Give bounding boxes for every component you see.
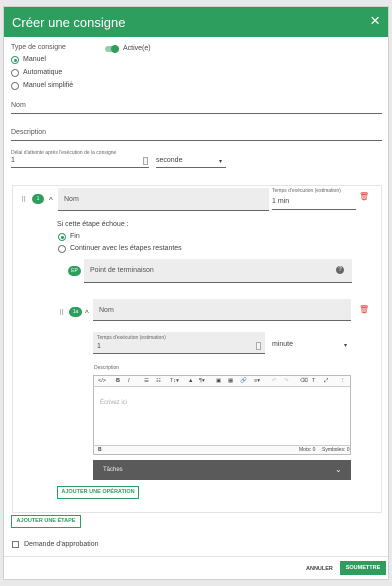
add-step-button[interactable]: AJOUTER UNE ÉTAPE [11, 515, 81, 528]
undo-icon[interactable]: ↶ [272, 378, 277, 384]
description-input[interactable] [11, 140, 382, 141]
step-badge: 1 [32, 194, 44, 204]
operation-drag-handle-icon[interactable]: ⠿ [59, 309, 64, 317]
dialog-header: Créer une consigne × [4, 7, 388, 37]
radio-fail-continue[interactable] [58, 245, 66, 253]
taches-chevron-down-icon: ⌄ [335, 465, 342, 474]
step-exec-time-input[interactable]: 1 min [272, 198, 289, 205]
table-icon[interactable]: ▦ [228, 378, 233, 384]
rich-text-editor: </> B I ☰ ☷ T↕▾ ▲ ¶▾ ▣ ▦ 🔗 ≡▾ ↶ ↷ ⌫ T ⤢ … [93, 375, 351, 455]
close-icon[interactable]: × [370, 12, 380, 30]
step-exec-time-label: Temps d'exécution (estimation) [272, 188, 341, 194]
bold-icon[interactable]: B [116, 378, 120, 384]
step-name-placeholder: Nom [64, 196, 79, 203]
step-name-input[interactable]: Nom [58, 188, 269, 211]
description-field-label: Description [11, 129, 47, 136]
link-icon[interactable]: 🔗 [240, 378, 247, 384]
fullscreen-icon[interactable]: ⤢ [324, 378, 328, 385]
taches-bar[interactable]: Tâches ⌄ [93, 460, 351, 480]
radio-fail-continue-label: Continuer avec les étapes restantes [70, 245, 182, 252]
create-instruction-dialog: Créer une consigne × Type de consigne Ma… [3, 6, 389, 580]
operation-name-input[interactable]: Nom [93, 299, 351, 321]
radio-automatique[interactable] [11, 69, 19, 77]
code-view-icon[interactable]: </> [98, 378, 106, 384]
chevron-down-icon: ▾ [219, 159, 223, 165]
end-point-placeholder: Point de terminaison [90, 267, 154, 274]
dialog-title: Créer une consigne [12, 15, 126, 30]
operation-unit-select[interactable]: minute [272, 341, 293, 348]
editor-statusbar: B Mots: 0 Symboles: 0 [94, 445, 350, 454]
radio-automatique-label: Automatique [23, 69, 63, 76]
delai-stepper[interactable] [143, 157, 148, 165]
italic-icon[interactable]: I [128, 378, 130, 384]
radio-manuel-simplifie[interactable] [11, 82, 19, 90]
drag-handle-icon[interactable]: ⠿ [21, 196, 26, 204]
operation-chevron-up-icon[interactable]: ^ [85, 309, 89, 318]
end-point-badge: EP [68, 266, 81, 276]
operation-unit-chevron-down-icon: ▾ [344, 343, 348, 349]
operation-exec-time-label: Temps d'exécution (estimation) [97, 335, 166, 341]
nom-field-label: Nom [11, 102, 26, 109]
add-operation-button[interactable]: AJOUTER UNE OPÉRATION [57, 486, 139, 499]
numbered-list-icon[interactable]: ☷ [156, 378, 161, 384]
bullet-list-icon[interactable]: ☰ [144, 378, 149, 384]
editor-toolbar: </> B I ☰ ☷ T↕▾ ▲ ¶▾ ▣ ▦ 🔗 ≡▾ ↶ ↷ ⌫ T ⤢ … [94, 376, 350, 387]
format-icon[interactable]: T [312, 378, 315, 384]
chevron-up-icon[interactable]: ^ [49, 196, 53, 205]
more-icon[interactable]: ⋮ [340, 378, 346, 384]
approval-checkbox[interactable] [12, 541, 19, 548]
editor-path: B [98, 447, 102, 453]
taches-label: Tâches [103, 467, 123, 473]
active-toggle-label: Active(e) [123, 45, 151, 52]
trash-icon[interactable]: 🗑 [359, 192, 369, 201]
submit-button[interactable]: SOUMETTRE [340, 561, 386, 575]
toggle-knob [111, 45, 119, 53]
operation-exec-time-input[interactable]: Temps d'exécution (estimation) 1 [93, 332, 265, 354]
symbol-count: Symboles: 0 [322, 447, 350, 453]
delai-label: Délai d'atteinte après l'exécution de la… [11, 150, 117, 156]
unit-underline [156, 167, 226, 168]
radio-manuel[interactable] [11, 56, 19, 64]
footer-divider [4, 556, 388, 557]
operation-exec-stepper[interactable] [256, 342, 261, 350]
word-count: Mots: 0 [299, 447, 316, 453]
on-fail-label: Si cette étape échoue : [57, 221, 129, 228]
align-icon[interactable]: ≡▾ [254, 378, 260, 384]
radio-manuel-label: Manuel [23, 56, 46, 63]
delai-input[interactable]: 1 [11, 157, 15, 164]
text-color-icon[interactable]: ▲ [188, 378, 193, 384]
help-icon[interactable]: ? [336, 266, 344, 274]
approval-label: Demande d'approbation [24, 541, 99, 548]
nom-input[interactable] [11, 113, 382, 114]
delai-unit-select[interactable]: seconde [156, 157, 182, 164]
clear-format-icon[interactable]: ⌫ [300, 378, 308, 384]
step-exec-time-underline [272, 209, 356, 210]
redo-icon[interactable]: ↷ [284, 378, 289, 384]
operation-badge: 1a [69, 307, 82, 317]
radio-fail-end-label: Fin [70, 233, 80, 240]
end-point-input[interactable]: Point de terminaison ? [84, 259, 352, 283]
radio-fail-end[interactable] [58, 233, 66, 241]
operation-exec-time-value: 1 [97, 343, 101, 350]
radio-manuel-simplifie-label: Manuel simplifié [23, 82, 74, 89]
font-size-icon[interactable]: T↕▾ [170, 378, 179, 384]
delai-underline [11, 167, 149, 168]
editor-placeholder[interactable]: Écrivez ici [100, 400, 127, 406]
cancel-button[interactable]: ANNULER [306, 566, 333, 572]
operation-description-label: Description [94, 365, 120, 371]
type-consigne-label: Type de consigne [11, 44, 66, 51]
paragraph-icon[interactable]: ¶▾ [199, 378, 205, 384]
operation-trash-icon[interactable]: 🗑 [359, 305, 369, 314]
image-icon[interactable]: ▣ [216, 378, 221, 384]
operation-name-placeholder: Nom [99, 307, 114, 314]
